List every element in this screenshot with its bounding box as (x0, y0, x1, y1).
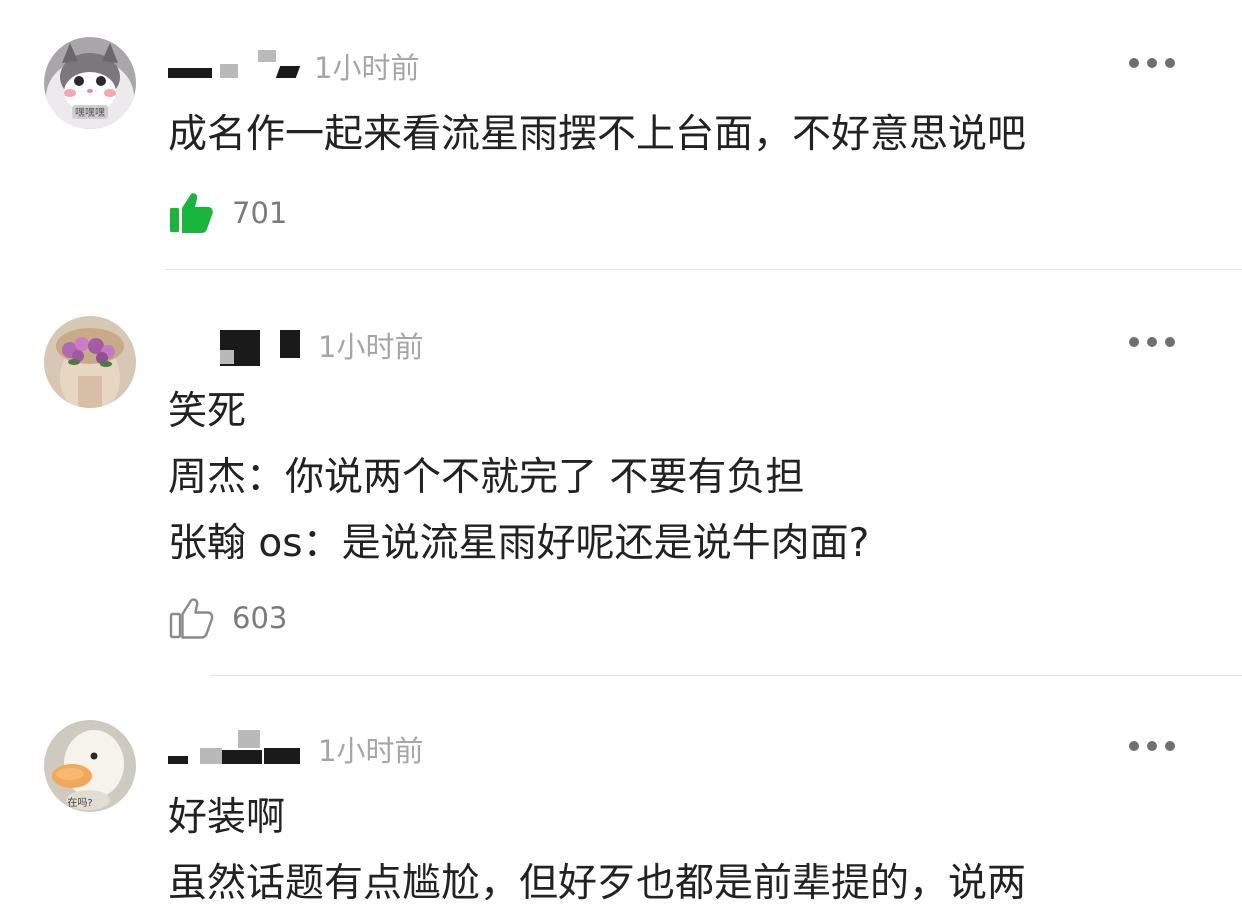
svg-text:在吗?: 在吗? (67, 797, 92, 809)
more-dot (1165, 58, 1175, 68)
more-dot (1165, 337, 1175, 347)
more-dot (1129, 58, 1139, 68)
comment-line: 笑死 (168, 389, 247, 434)
comment-item: 嘿嘿嘿 1小时前 成名作一起来看流星雨摆不上台面，不好意思说吧 701 (0, 0, 1242, 272)
more-dot (1147, 337, 1157, 347)
more-dot (1165, 741, 1175, 751)
comment-line: 成名作一起来看流星雨摆不上台面，不好意思说吧 (168, 112, 1027, 157)
more-dot (1147, 58, 1157, 68)
comment-line: 虽然话题有点尴尬，但好歹也都是前辈提的，说两 (168, 861, 1027, 906)
like-button[interactable]: 603 (168, 595, 287, 641)
more-options-button[interactable] (1129, 57, 1175, 69)
comment-text: 好装啊 虽然话题有点尴尬，但好歹也都是前辈提的，说两 (168, 785, 1026, 917)
more-dot (1147, 741, 1157, 751)
svg-text:嘿嘿嘿: 嘿嘿嘿 (75, 107, 105, 119)
like-count: 603 (232, 601, 288, 635)
username-redacted[interactable] (168, 50, 308, 80)
comment-line: 周杰：你说两个不就完了 不要有负担 (168, 455, 805, 500)
timestamp: 1小时前 (314, 51, 420, 85)
comment-text: 笑死 周杰：你说两个不就完了 不要有负担 张翰 os：是说流星雨好呢还是说牛肉面… (168, 379, 869, 577)
divider (210, 675, 1242, 676)
like-button[interactable]: 701 (168, 190, 287, 236)
comment-text: 成名作一起来看流星雨摆不上台面，不好意思说吧 (168, 102, 1026, 168)
avatar[interactable]: 嘿嘿嘿 (44, 37, 136, 129)
avatar[interactable] (44, 316, 136, 408)
like-count: 701 (232, 196, 288, 230)
avatar[interactable]: 在吗? (44, 720, 136, 812)
username-redacted[interactable] (168, 730, 308, 764)
thumbs-up-icon (168, 595, 214, 641)
more-dot (1129, 741, 1139, 751)
timestamp: 1小时前 (318, 734, 424, 768)
more-options-button[interactable] (1129, 336, 1175, 348)
username-redacted[interactable] (168, 330, 308, 366)
divider (165, 269, 1242, 270)
more-options-button[interactable] (1129, 740, 1175, 752)
comment-line: 好装啊 (168, 795, 286, 840)
thumbs-up-icon (168, 190, 214, 236)
timestamp: 1小时前 (318, 330, 424, 364)
more-dot (1129, 337, 1139, 347)
comment-line: 张翰 os：是说流星雨好呢还是说牛肉面? (168, 521, 870, 566)
